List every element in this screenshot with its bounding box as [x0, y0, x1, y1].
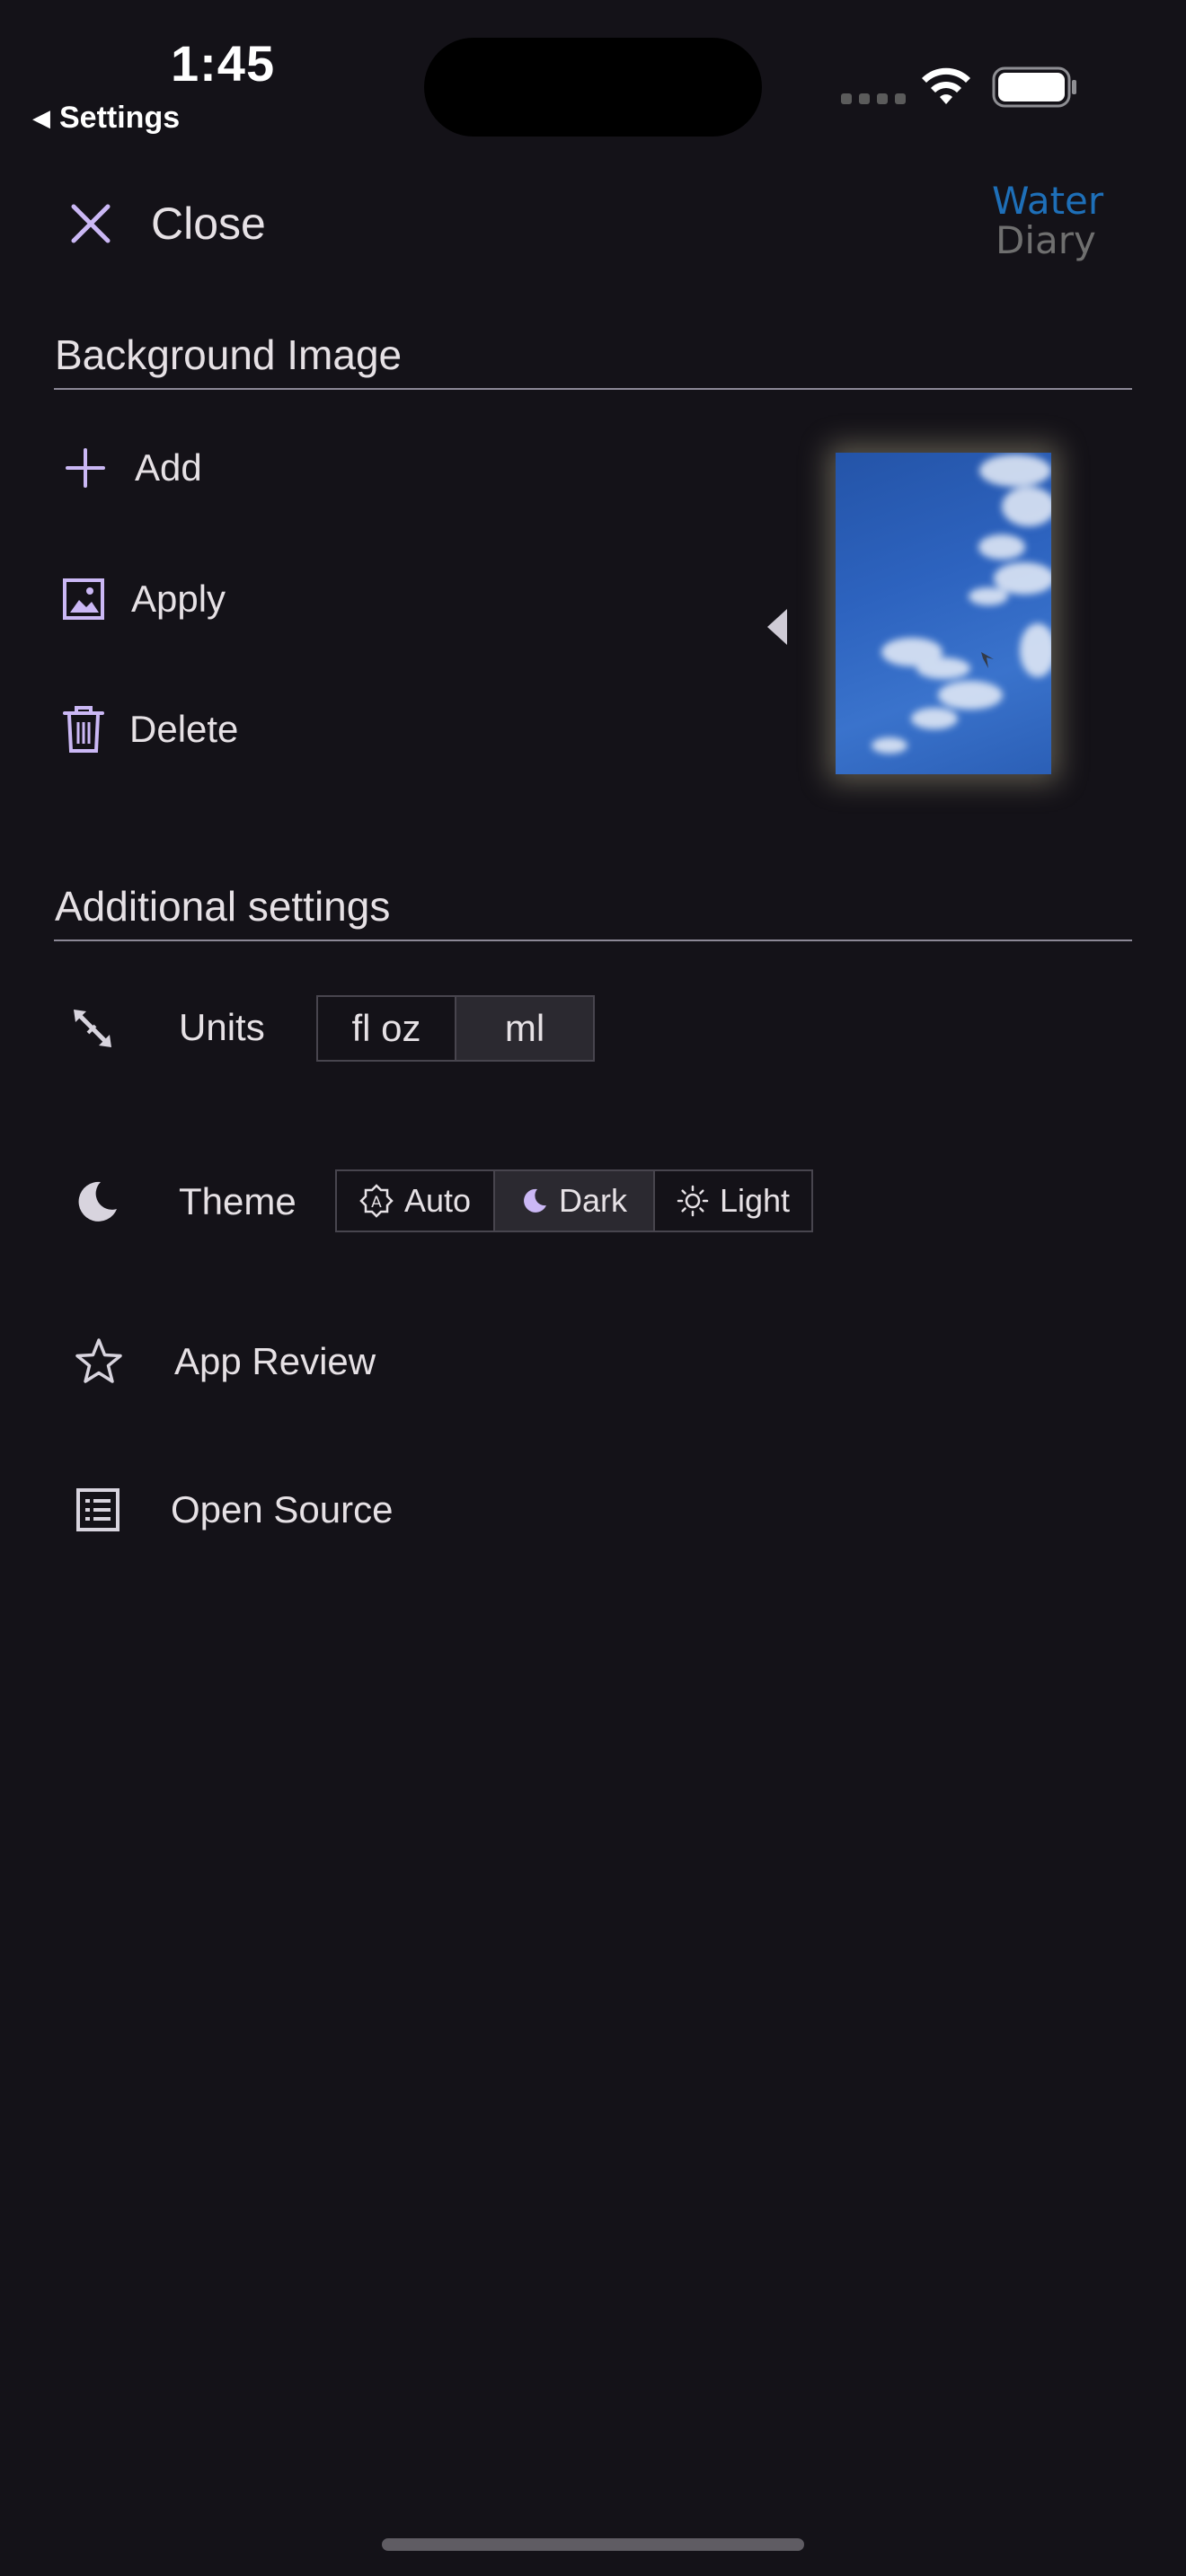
theme-option-light[interactable]: Light: [653, 1171, 811, 1231]
open-source-label: Open Source: [171, 1488, 394, 1531]
back-app-label: Settings: [59, 101, 181, 135]
app-review-label: App Review: [174, 1340, 376, 1382]
theme-option-dark[interactable]: Dark: [493, 1171, 653, 1231]
units-segmented-control[interactable]: fl oz ml: [316, 995, 595, 1062]
add-background-button[interactable]: Add: [63, 446, 202, 490]
back-to-app-link[interactable]: ◀ Settings: [32, 101, 180, 136]
open-source-button[interactable]: Open Source: [75, 1487, 394, 1532]
apply-label: Apply: [131, 578, 226, 620]
dark-moon-icon: [524, 1188, 546, 1213]
app-review-button[interactable]: App Review: [74, 1337, 376, 1387]
app-logo: Water Diary: [992, 181, 1118, 260]
apply-background-button[interactable]: Apply: [59, 575, 226, 623]
close-button[interactable]: Close: [63, 196, 266, 251]
logo-diary: Diary: [996, 218, 1096, 263]
units-option-ml[interactable]: ml: [455, 997, 593, 1060]
theme-option-auto[interactable]: A Auto: [337, 1171, 493, 1231]
theme-dark-label: Dark: [558, 1182, 627, 1219]
image-apply-icon: [63, 578, 104, 620]
theme-auto-label: Auto: [403, 1182, 472, 1219]
list-document-icon: [76, 1488, 119, 1531]
plus-icon: [66, 448, 105, 488]
additional-settings-title: Additional settings: [55, 883, 391, 930]
theme-segmented-control[interactable]: A Auto Dark Light: [335, 1169, 813, 1232]
background-image-title: Background Image: [55, 331, 403, 378]
delete-label: Delete: [129, 708, 239, 750]
section-divider: [54, 940, 1132, 941]
back-triangle-icon: ◀: [32, 104, 50, 131]
battery-icon: [992, 66, 1076, 108]
status-time: 1:45: [171, 35, 276, 92]
theme-light-label: Light: [719, 1182, 791, 1219]
star-icon: [75, 1338, 122, 1383]
section-divider: [54, 388, 1132, 390]
units-fl-oz-label: fl oz: [351, 1007, 421, 1049]
ruler-resize-icon: [74, 1010, 111, 1047]
auto-brightness-icon: A: [359, 1184, 394, 1218]
preview-collapse-arrow-icon[interactable]: [767, 609, 787, 645]
cellular-signal-icon: [841, 93, 906, 104]
svg-text:A: A: [371, 1194, 382, 1212]
home-indicator[interactable]: [382, 2538, 804, 2551]
background-preview-image[interactable]: [836, 453, 1051, 774]
sun-icon: [677, 1185, 709, 1217]
sky-clouds-image: [872, 454, 1051, 754]
moon-icon: [78, 1181, 117, 1222]
dynamic-island: [424, 38, 762, 137]
units-option-fl-oz[interactable]: fl oz: [318, 997, 455, 1060]
delete-background-button[interactable]: Delete: [61, 704, 238, 754]
wifi-icon: [922, 67, 970, 104]
close-label: Close: [151, 198, 266, 249]
add-label: Add: [135, 446, 202, 489]
units-label: Units: [179, 1006, 265, 1048]
logo-water: Water: [992, 179, 1104, 223]
close-icon: [71, 204, 111, 243]
theme-label: Theme: [179, 1180, 296, 1222]
units-ml-label: ml: [504, 1007, 545, 1049]
trash-icon: [63, 706, 104, 753]
